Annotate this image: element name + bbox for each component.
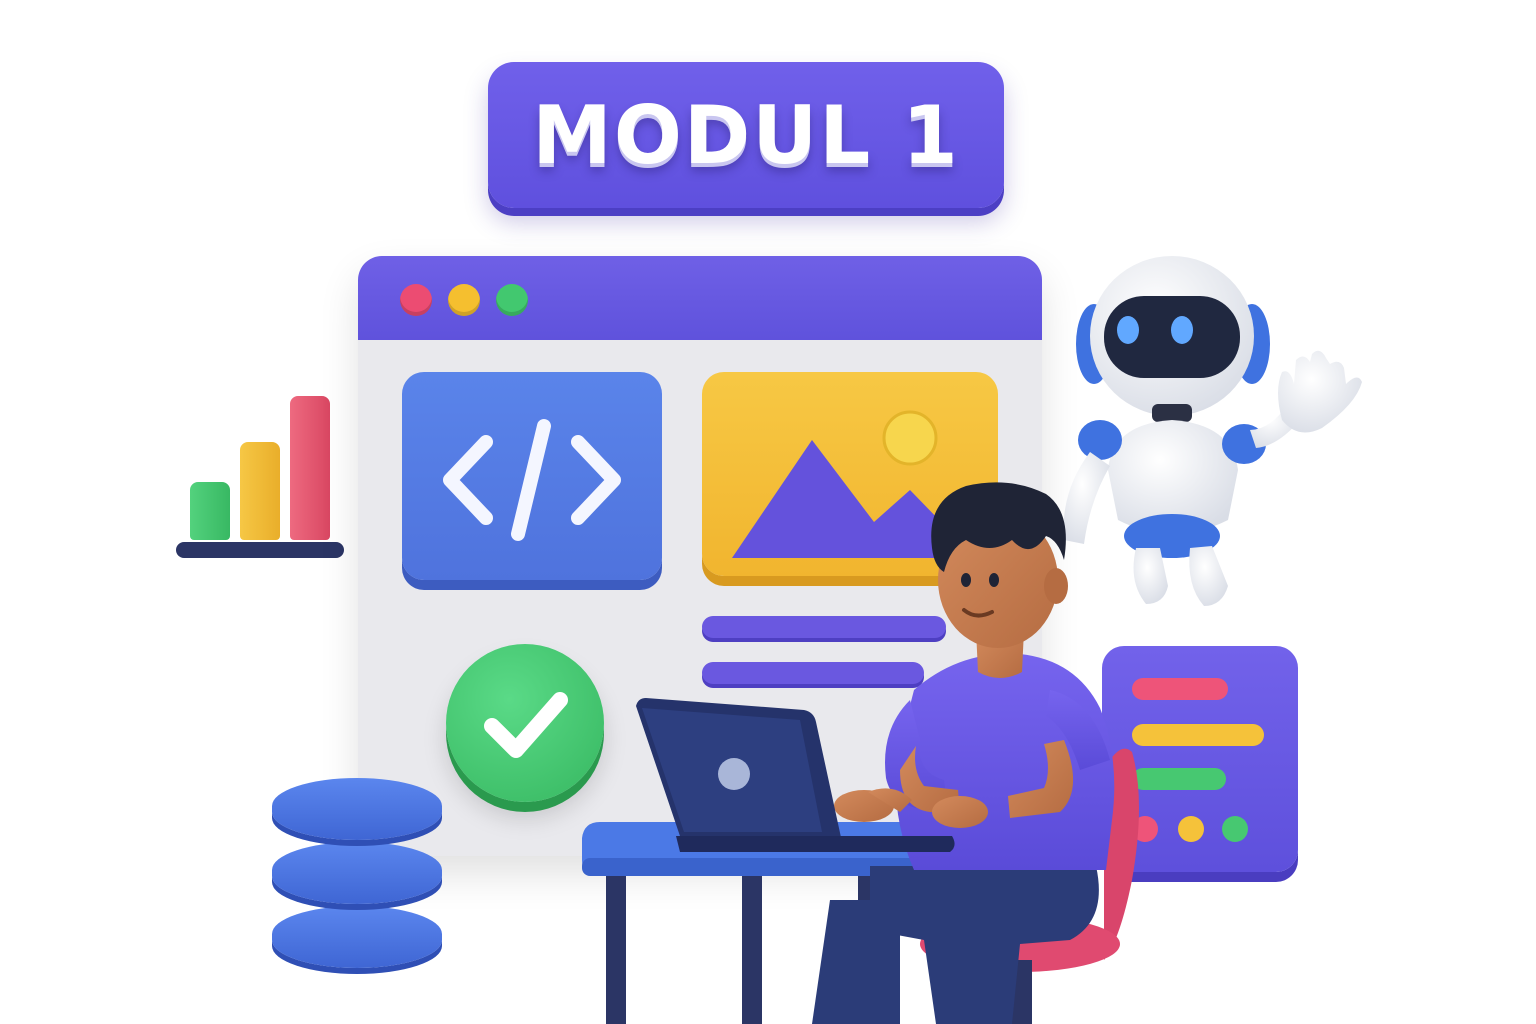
- waving-robot: [1063, 256, 1362, 606]
- robot-hand: [1278, 350, 1362, 433]
- illustration-scene: MODUL 1: [0, 0, 1536, 1024]
- characters-layer: [582, 256, 1362, 1024]
- laptop-logo: [718, 758, 750, 790]
